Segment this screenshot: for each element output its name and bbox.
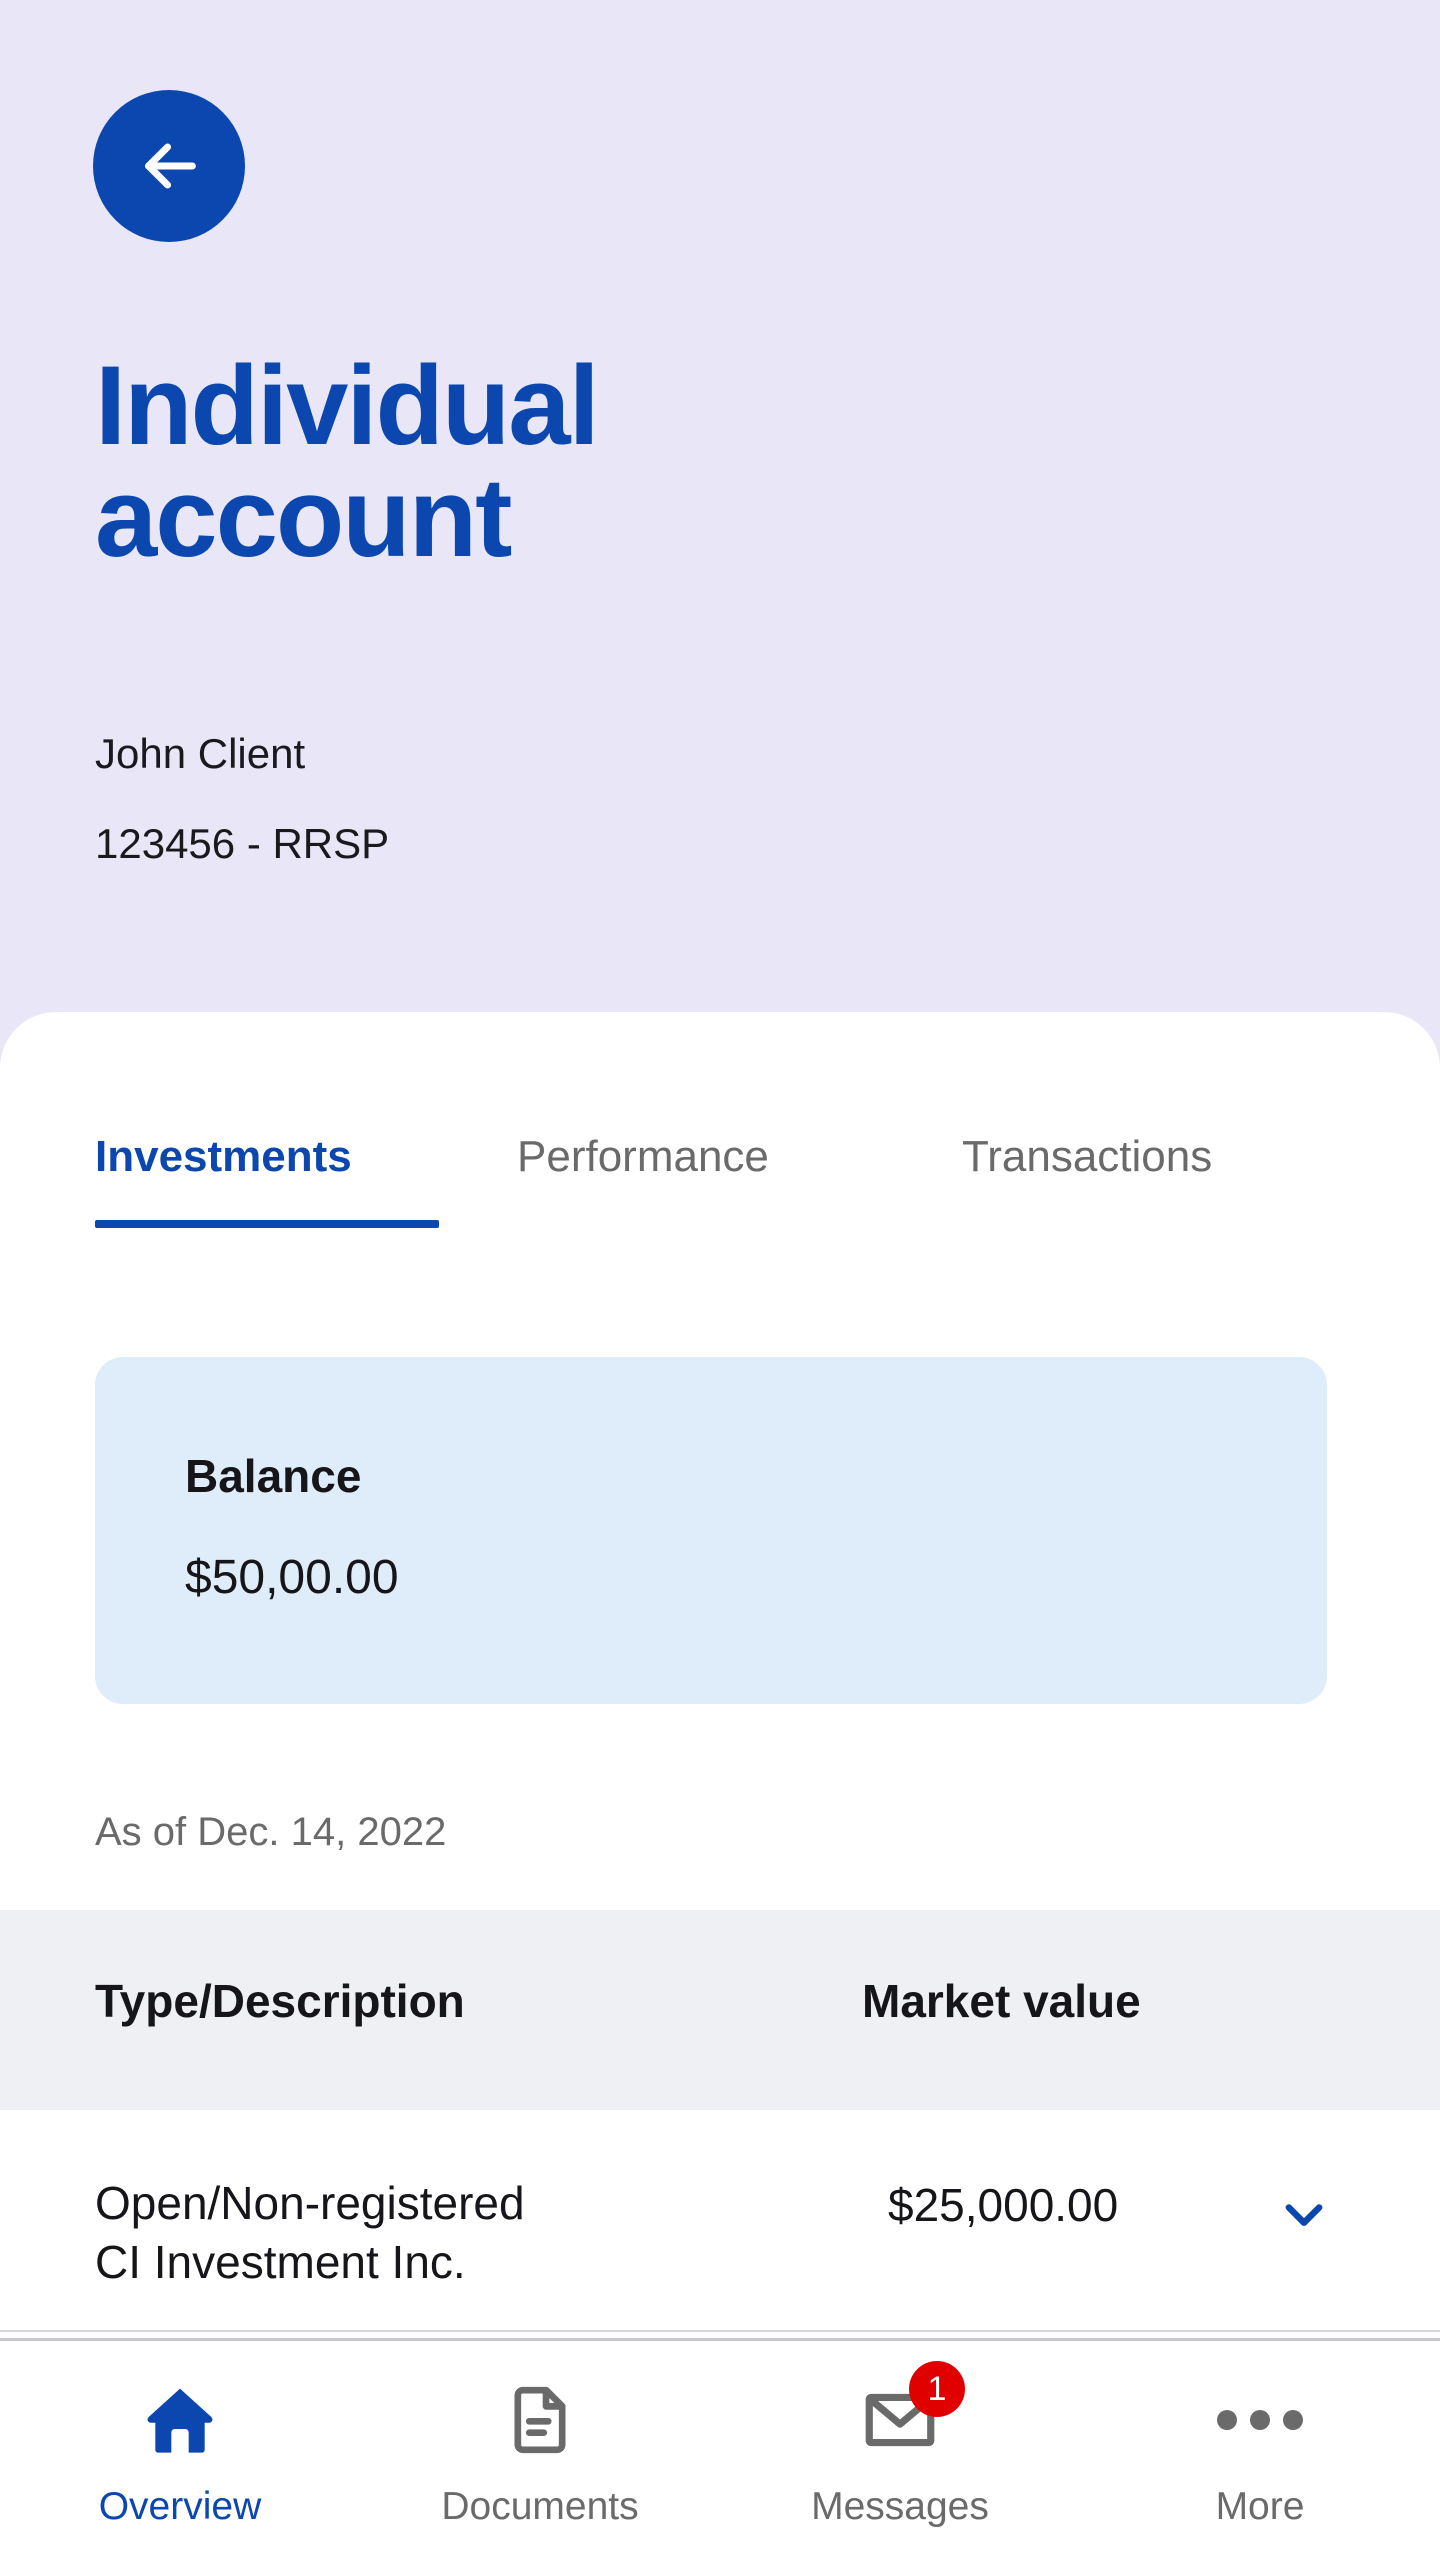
balance-card: Balance $50,00.00 [95,1357,1327,1704]
nav-item-overview[interactable]: Overview [0,2341,360,2560]
document-icon [497,2377,583,2463]
nav-item-messages[interactable]: 1 Messages [720,2341,1080,2560]
page-title: Individual account [95,343,600,580]
holding-description: Open/Non-registered CI Investment Inc. [95,2177,525,2288]
active-tab-indicator [95,1220,439,1228]
nav-label-documents: Documents [441,2485,639,2528]
page-header: Individual account John Client 123456 - … [0,0,1440,1020]
nav-item-more[interactable]: More [1080,2341,1440,2560]
envelope-icon: 1 [857,2361,965,2463]
balance-label: Balance [185,1450,362,1502]
tab-performance[interactable]: Performance [517,1132,769,1182]
table-row[interactable]: Open/Non-registered CI Investment Inc. $… [0,2110,1440,2332]
balance-amount: $50,00.00 [185,1551,399,1604]
chevron-down-icon[interactable] [1278,2188,1330,2240]
holdings-table-header: Type/Description Market value [0,1910,1440,2110]
nav-label-overview: Overview [98,2485,262,2528]
messages-unread-badge: 1 [909,2361,965,2417]
app-root: Individual account John Client 123456 - … [0,0,1440,2560]
account-tabs: Investments Performance Transactions [0,1132,1440,1242]
back-button[interactable] [93,90,245,242]
nav-label-more: More [1215,2485,1305,2528]
tab-transactions[interactable]: Transactions [962,1132,1212,1182]
holding-market-value: $25,000.00 [888,2179,1119,2231]
client-name: John Client [95,730,306,777]
nav-item-documents[interactable]: Documents [360,2341,720,2560]
home-icon [137,2377,223,2463]
as-of-date: As of Dec. 14, 2022 [95,1810,447,1854]
column-header-market-value: Market value [862,1975,1141,2027]
column-header-type-description: Type/Description [95,1975,465,2027]
arrow-left-icon [134,131,204,201]
account-number: 123456 - RRSP [95,820,390,867]
tab-investments[interactable]: Investments [95,1132,352,1182]
nav-label-messages: Messages [811,2485,989,2528]
ellipsis-icon [1217,2377,1303,2463]
bottom-navigation: Overview Documents 1 Messages More [0,2338,1440,2560]
